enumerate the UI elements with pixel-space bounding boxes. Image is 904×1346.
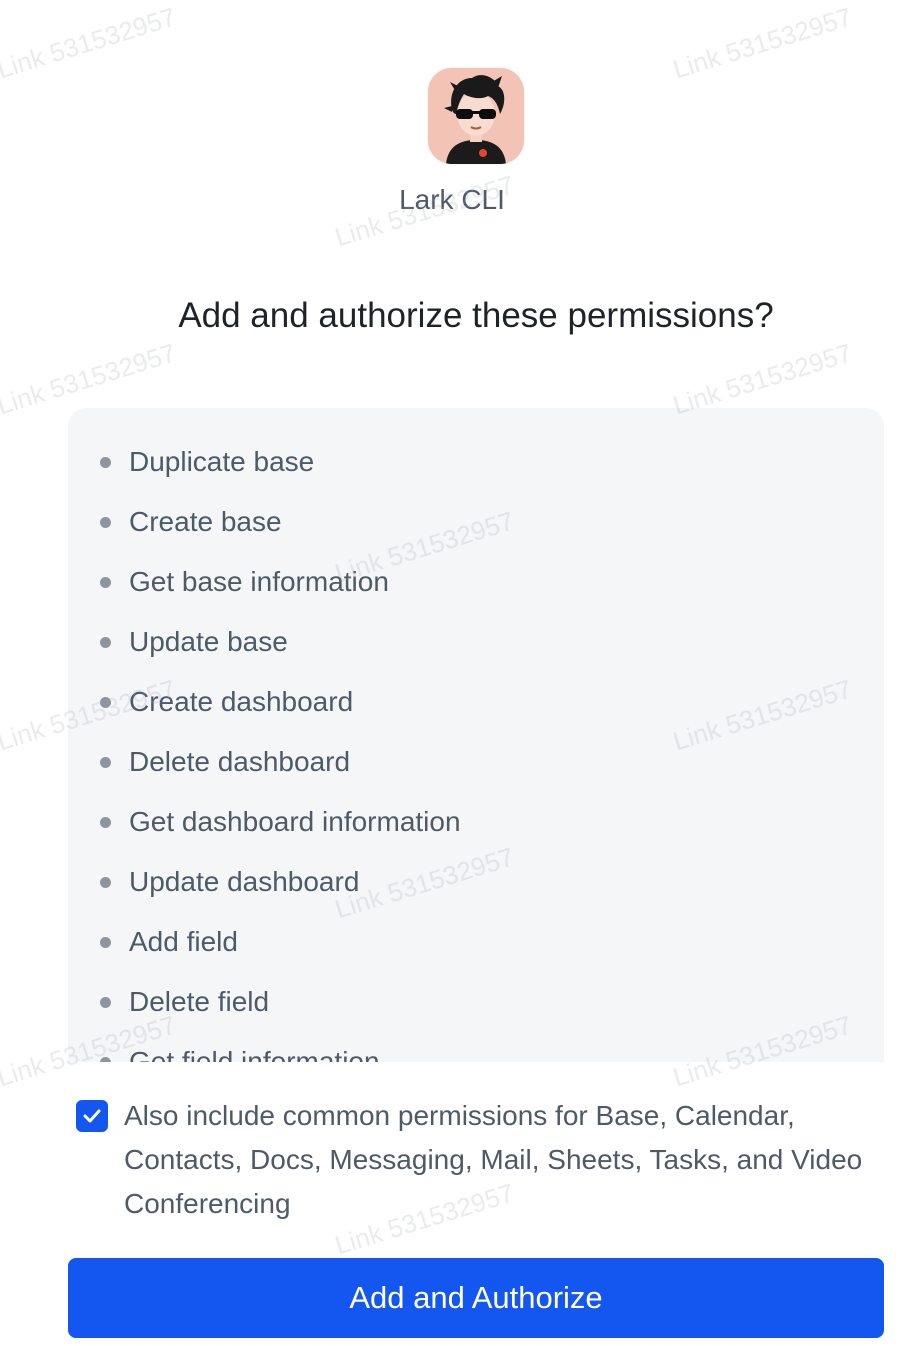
checkmark-icon	[83, 1109, 101, 1123]
dot-bullet-icon	[100, 457, 111, 468]
list-item: Get field information	[68, 1040, 461, 1062]
permission-label: Create dashboard	[129, 686, 354, 717]
dot-bullet-icon	[100, 1057, 111, 1062]
list-item: Delete field	[68, 980, 461, 1040]
watermark-text: Link 531532957	[669, 1, 856, 85]
permission-label: Get field information	[129, 1046, 380, 1062]
list-item: Create dashboard	[68, 680, 461, 740]
list-item: Update dashboard	[68, 860, 461, 920]
common-permissions-checkbox[interactable]	[76, 1100, 108, 1132]
authorization-dialog: Lark CLI Add and authorize these permiss…	[0, 0, 904, 1346]
dot-bullet-icon	[100, 757, 111, 768]
common-permissions-label[interactable]: Also include common permissions for Base…	[124, 1094, 864, 1226]
dialog-title: Add and authorize these permissions?	[178, 296, 774, 335]
dot-bullet-icon	[100, 637, 111, 648]
permission-label: Get dashboard information	[129, 806, 461, 837]
list-item: Get base information	[68, 560, 461, 620]
permission-list: Duplicate base Create base Get base info…	[68, 440, 461, 1062]
watermark-text: Link 531532957	[0, 1, 180, 85]
add-and-authorize-button[interactable]: Add and Authorize	[68, 1258, 884, 1338]
permission-label: Duplicate base	[129, 446, 315, 477]
dot-bullet-icon	[100, 577, 111, 588]
app-avatar-icon	[428, 68, 524, 164]
permission-label: Delete dashboard	[129, 746, 351, 777]
dot-bullet-icon	[100, 697, 111, 708]
list-item: Update base	[68, 620, 461, 680]
permission-label: Update dashboard	[129, 866, 360, 897]
dot-bullet-icon	[100, 937, 111, 948]
dot-bullet-icon	[100, 517, 111, 528]
list-item: Duplicate base	[68, 440, 461, 500]
list-item: Delete dashboard	[68, 740, 461, 800]
dot-bullet-icon	[100, 877, 111, 888]
app-name: Lark CLI	[399, 184, 505, 215]
permission-list-panel[interactable]: Duplicate base Create base Get base info…	[68, 408, 884, 1062]
permission-label: Add field	[129, 926, 238, 957]
permission-label: Create base	[129, 506, 282, 537]
permission-label: Update base	[129, 626, 288, 657]
dot-bullet-icon	[100, 997, 111, 1008]
permission-label: Delete field	[129, 986, 270, 1017]
list-item: Add field	[68, 920, 461, 980]
list-item: Get dashboard information	[68, 800, 461, 860]
list-item: Create base	[68, 500, 461, 560]
dot-bullet-icon	[100, 817, 111, 828]
permission-label: Get base information	[129, 566, 389, 597]
